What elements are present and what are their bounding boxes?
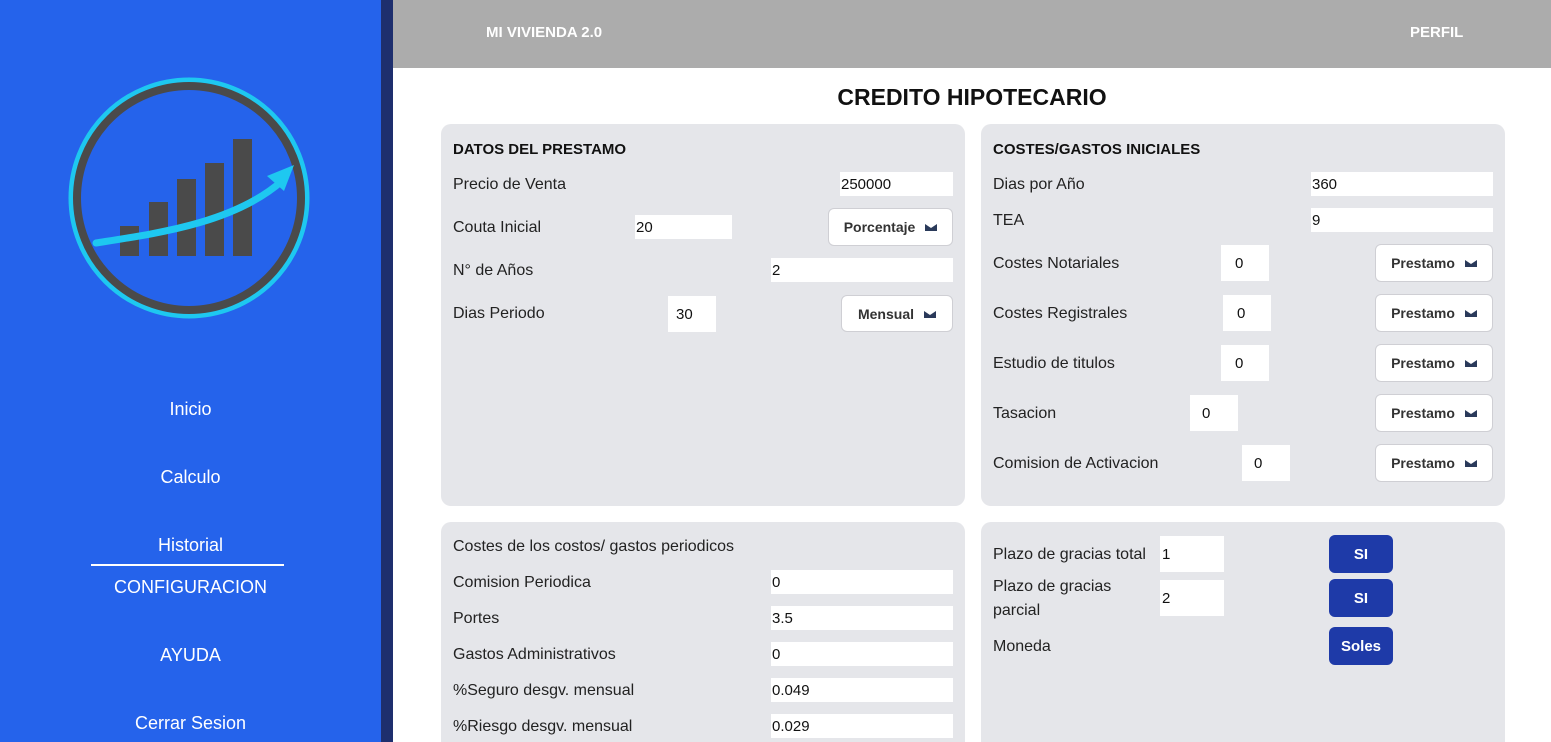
risk-label: %Riesgo desgv. mensual [453, 718, 633, 735]
title-study-label: Estudio de titulos [993, 355, 1115, 372]
admin-costs-input[interactable] [771, 642, 953, 666]
activation-fee-input[interactable] [1242, 445, 1290, 481]
notary-costs-input[interactable] [1221, 245, 1269, 281]
notary-costs-label: Costes Notariales [993, 255, 1120, 272]
down-payment-type-dropdown[interactable]: Porcentaje [828, 208, 953, 246]
periodic-fee-label: Comision Periodica [453, 574, 591, 591]
period-type-value: Mensual [857, 305, 914, 322]
nav-inicio[interactable]: Inicio [0, 399, 381, 420]
period-type-dropdown[interactable]: Mensual [841, 295, 953, 332]
top-bar: MI VIVIENDA 2.0 PERFIL [393, 0, 1551, 68]
grace-total-input[interactable] [1160, 536, 1224, 572]
sale-price-label: Precio de Venta [453, 176, 566, 193]
days-year-input[interactable] [1311, 172, 1493, 196]
period-days-input[interactable] [668, 296, 716, 332]
risk-input[interactable] [771, 714, 953, 738]
years-label: N° de Años [453, 262, 534, 279]
logo-growth-chart-icon [68, 77, 310, 319]
grace-partial-input[interactable] [1160, 580, 1224, 616]
notary-costs-type-value: Prestamo [1391, 255, 1455, 271]
chevron-down-icon [1464, 310, 1477, 317]
chevron-down-icon [925, 224, 938, 231]
notary-costs-type-dropdown[interactable]: Prestamo [1375, 244, 1493, 282]
chevron-down-icon [924, 310, 936, 318]
sidebar-edge [381, 0, 393, 742]
registry-costs-type-dropdown[interactable]: Prestamo [1375, 294, 1493, 332]
postage-input[interactable] [771, 606, 953, 630]
nav-active-underline [91, 564, 284, 566]
grace-total-label: Plazo de gracias total [993, 546, 1146, 563]
days-year-label: Dias por Año [993, 176, 1085, 193]
down-payment-input[interactable] [635, 215, 732, 239]
insurance-label: %Seguro desgv. mensual [453, 682, 635, 699]
grace-total-toggle-button[interactable]: SI [1329, 535, 1393, 573]
profile-link[interactable]: PERFIL [1410, 24, 1463, 41]
title-study-input[interactable] [1221, 345, 1269, 381]
down-payment-label: Couta Inicial [453, 219, 542, 236]
nav-ayuda[interactable]: AYUDA [0, 645, 381, 666]
activation-fee-type-value: Prestamo [1391, 455, 1455, 471]
periodic-fee-input[interactable] [771, 570, 953, 594]
title-study-type-dropdown[interactable]: Prestamo [1375, 344, 1493, 382]
insurance-input[interactable] [771, 678, 953, 702]
grace-panel: Plazo de gracias total SI Plazo de graci… [981, 522, 1505, 742]
nav-configuracion[interactable]: CONFIGURACION [0, 577, 381, 598]
chevron-down-icon [1464, 260, 1477, 267]
registry-costs-label: Costes Registrales [993, 305, 1128, 322]
sidebar: Inicio Calculo Historial CONFIGURACION A… [0, 0, 381, 742]
appraisal-type-dropdown[interactable]: Prestamo [1375, 394, 1493, 432]
registry-costs-input[interactable] [1223, 295, 1271, 331]
loan-data-panel: DATOS DEL PRESTAMO Precio de Venta Couta… [441, 124, 965, 506]
years-input[interactable] [771, 258, 953, 282]
grace-partial-label: Plazo de gracias [993, 578, 1112, 595]
registry-costs-type-value: Prestamo [1391, 305, 1455, 321]
activation-fee-type-dropdown[interactable]: Prestamo [1375, 444, 1493, 482]
grace-partial-toggle-button[interactable]: SI [1329, 579, 1393, 617]
periodic-costs-panel: Costes de los costos/ gastos periodicos … [441, 522, 965, 742]
nav-cerrar-sesion[interactable]: Cerrar Sesion [0, 713, 381, 734]
currency-label: Moneda [993, 638, 1051, 655]
title-study-type-value: Prestamo [1391, 355, 1455, 371]
chevron-down-icon [1464, 360, 1477, 367]
page-title: CREDITO HIPOTECARIO [837, 84, 1107, 110]
appraisal-type-value: Prestamo [1391, 405, 1455, 421]
periodic-costs-title: Costes de los costos/ gastos periodicos [453, 538, 735, 555]
admin-costs-label: Gastos Administrativos [453, 646, 616, 663]
currency-button[interactable]: Soles [1329, 627, 1393, 665]
grace-partial-label-2: parcial [993, 602, 1041, 619]
period-days-label: Dias Periodo [453, 305, 545, 322]
nav-historial[interactable]: Historial [0, 535, 381, 556]
chevron-down-icon [1464, 460, 1477, 467]
loan-panel-title: DATOS DEL PRESTAMO [453, 141, 627, 158]
chevron-down-icon [1464, 410, 1477, 417]
appraisal-label: Tasacion [993, 405, 1057, 422]
brand-title[interactable]: MI VIVIENDA 2.0 [486, 24, 602, 41]
down-payment-type-value: Porcentaje [843, 219, 916, 235]
postage-label: Portes [453, 610, 500, 627]
nav-calculo[interactable]: Calculo [0, 467, 381, 488]
initial-costs-title: COSTES/GASTOS INICIALES [993, 141, 1201, 158]
appraisal-input[interactable] [1190, 395, 1238, 431]
sale-price-input[interactable] [840, 172, 953, 196]
activation-fee-label: Comision de Activacion [993, 455, 1159, 472]
tea-label: TEA [993, 212, 1025, 229]
tea-input[interactable] [1311, 208, 1493, 232]
initial-costs-panel: COSTES/GASTOS INICIALES Dias por Año TEA… [981, 124, 1505, 506]
